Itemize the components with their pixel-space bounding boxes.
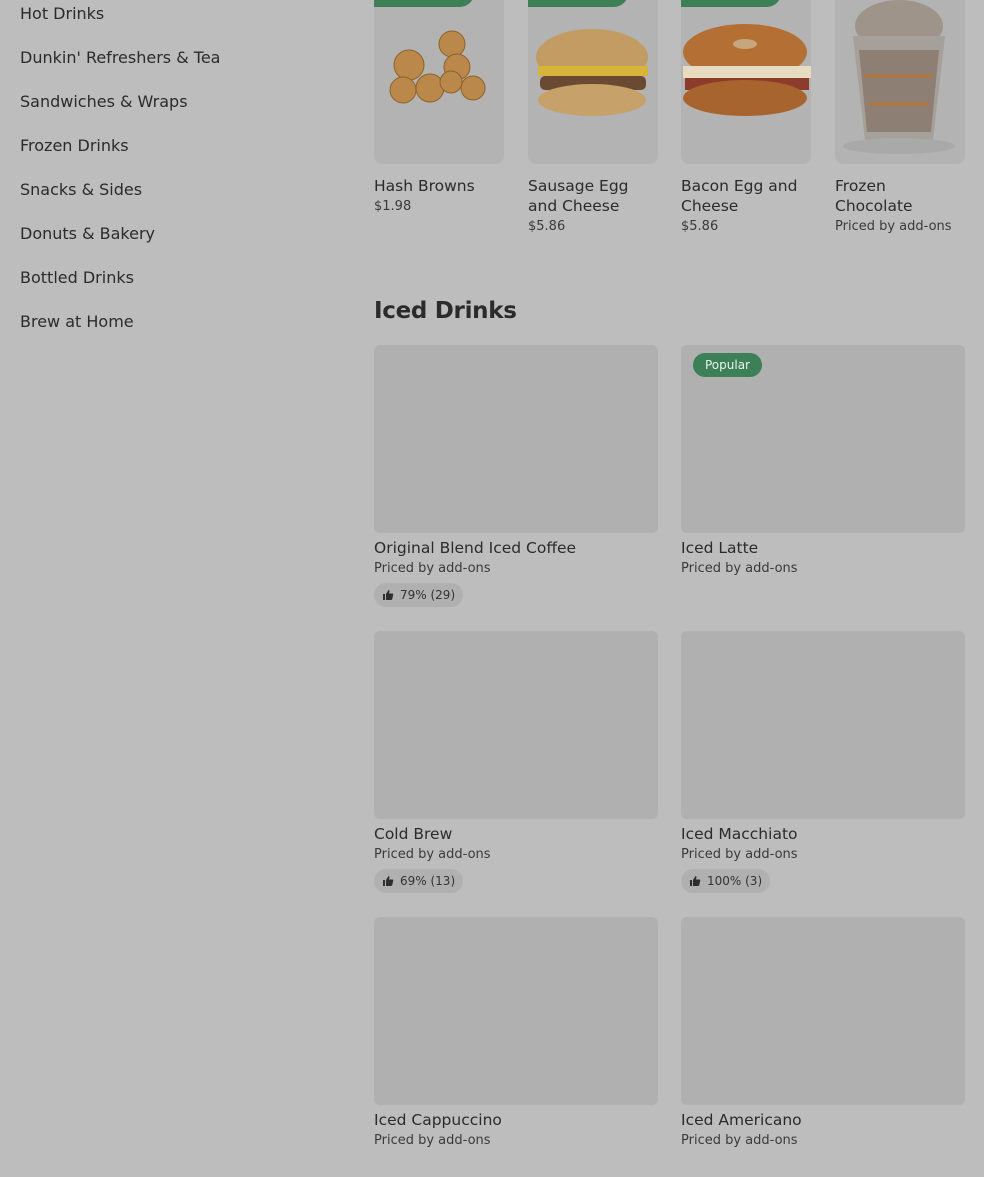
menu-item-card[interactable]: Iced Macchiato Priced by add-ons 100% (3… [681, 631, 965, 893]
menu-item-card[interactable]: Iced Cappuccino Priced by add-ons [374, 917, 658, 1148]
product-name: Frozen Chocolate [835, 177, 913, 215]
product-image [681, 0, 811, 164]
sidebar-item-bottled-drinks[interactable]: Bottled Drinks [20, 268, 134, 287]
rating-text: 79% (29) [400, 588, 456, 602]
product-name: Cold Brew [374, 825, 453, 843]
menu-item-card[interactable]: Sausage Egg and Cheese $5.86 [528, 0, 658, 234]
product-name: Iced Americano [681, 1111, 802, 1129]
menu-item-card[interactable]: Original Blend Iced Coffee Priced by add… [374, 345, 658, 607]
thumbs-up-icon [690, 876, 701, 886]
product-price: Priced by add-ons [374, 561, 491, 576]
product-price: $1.98 [374, 199, 412, 214]
product-image-placeholder [681, 631, 965, 819]
product-image-placeholder: Popular [681, 345, 965, 533]
sidebar-item-brew-at-home[interactable]: Brew at Home [20, 312, 134, 331]
product-name: Bacon Egg and Cheese [681, 177, 798, 215]
menu-item-card[interactable]: Iced Americano Priced by add-ons [681, 917, 965, 1148]
menu-item-card[interactable]: Bacon Egg and Cheese $5.86 [681, 0, 811, 234]
product-price: Priced by add-ons [835, 219, 952, 234]
product-name: Hash Browns [374, 177, 475, 195]
product-price: $5.86 [528, 219, 566, 234]
sidebar-item-refreshers-tea[interactable]: Dunkin' Refreshers & Tea [20, 48, 220, 67]
sausage-egg-cheese-image [536, 29, 648, 116]
menu-item-card[interactable]: Cold Brew Priced by add-ons 69% (13) [374, 631, 658, 893]
product-price: Priced by add-ons [681, 1133, 798, 1148]
product-image-placeholder [374, 631, 658, 819]
product-price: $5.86 [681, 219, 719, 234]
product-price: Priced by add-ons [681, 561, 798, 576]
rating-text: 69% (13) [400, 874, 456, 888]
thumbs-up-icon [383, 876, 394, 886]
product-price: Priced by add-ons [374, 847, 491, 862]
rating-badge: 79% (29) [374, 583, 464, 607]
rating-text: 100% (3) [707, 874, 763, 888]
sidebar-item-frozen-drinks[interactable]: Frozen Drinks [20, 136, 129, 155]
product-name: Iced Latte [681, 539, 759, 557]
rating-badge: 100% (3) [681, 869, 771, 893]
thumbs-up-icon [383, 590, 394, 600]
sidebar-item-sandwiches-wraps[interactable]: Sandwiches & Wraps [20, 92, 188, 111]
product-image [528, 0, 658, 164]
hash-browns-image [389, 30, 486, 104]
product-name: Iced Cappuccino [374, 1111, 502, 1129]
section-title-iced-drinks: Iced Drinks [374, 298, 517, 324]
product-image-placeholder [681, 917, 965, 1105]
product-price: Priced by add-ons [681, 847, 798, 862]
menu-item-card[interactable]: Popular Iced Latte Priced by add-ons [681, 345, 965, 576]
sidebar-item-hot-drinks[interactable]: Hot Drinks [20, 4, 104, 23]
product-image-placeholder [374, 917, 658, 1105]
popular-badge: Popular [693, 353, 762, 377]
product-price: Priced by add-ons [374, 1133, 491, 1148]
product-image-placeholder [374, 345, 658, 533]
sidebar-item-donuts-bakery[interactable]: Donuts & Bakery [20, 224, 155, 243]
rating-badge: 69% (13) [374, 869, 464, 893]
bacon-egg-cheese-image [683, 24, 811, 116]
product-image [374, 0, 504, 164]
sidebar-item-snacks-sides[interactable]: Snacks & Sides [20, 180, 142, 199]
menu-item-card[interactable]: Frozen Chocolate Priced by add-ons [835, 0, 965, 234]
product-name: Original Blend Iced Coffee [374, 539, 577, 557]
product-name: Sausage Egg and Cheese [528, 177, 629, 215]
menu-item-card[interactable]: Hash Browns $1.98 [374, 0, 504, 214]
product-name: Iced Macchiato [681, 825, 798, 843]
frozen-chocolate-image [843, 0, 955, 154]
product-image [835, 0, 965, 164]
